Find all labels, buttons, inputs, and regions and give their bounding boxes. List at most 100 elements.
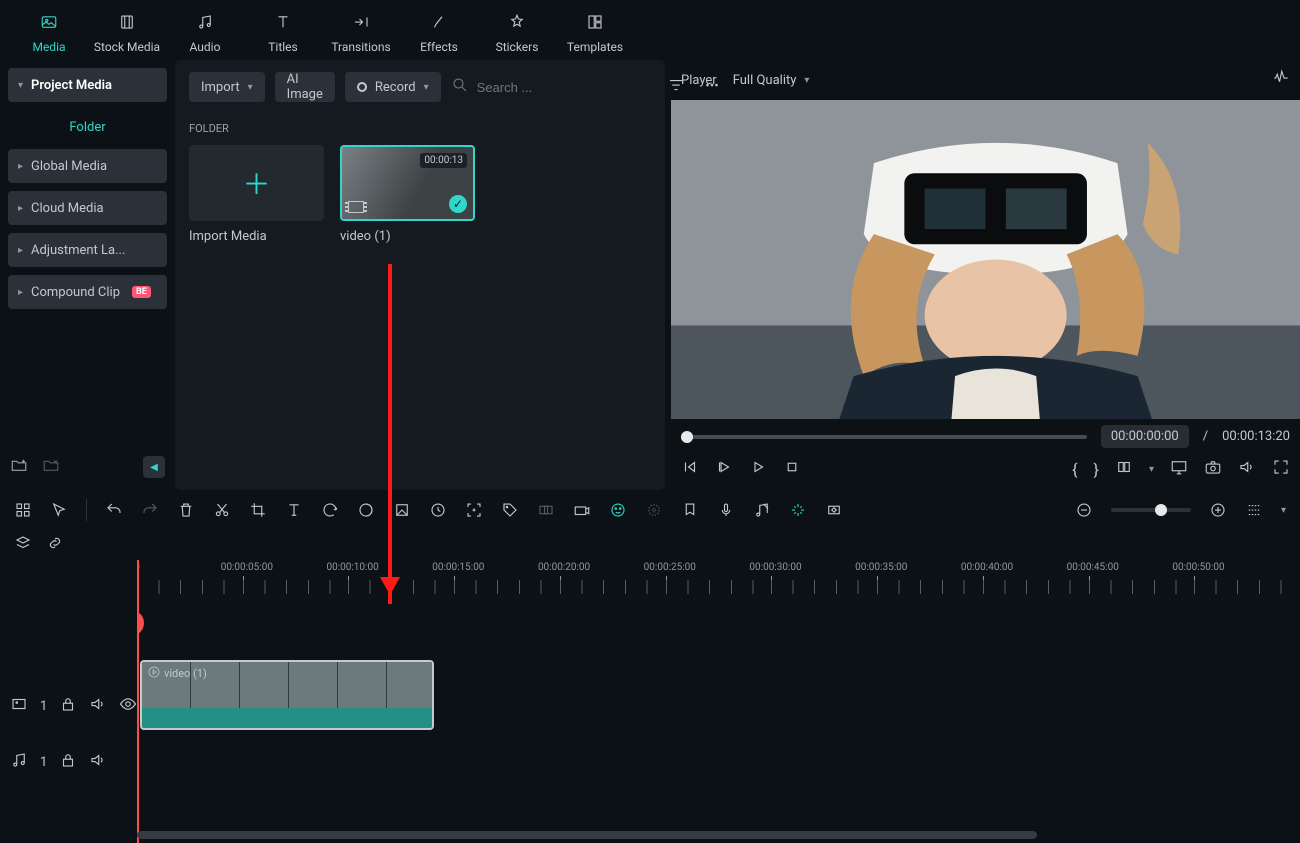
media-clip-card[interactable]: 00:00:13 ✓ video (1) [340, 145, 475, 244]
quality-dropdown[interactable]: Full Quality ▾ [733, 73, 810, 88]
camera-icon[interactable] [573, 501, 591, 519]
tag-icon[interactable] [501, 501, 519, 519]
snapshot-icon[interactable] [1204, 458, 1222, 480]
chevron-down-icon[interactable]: ▾ [1281, 505, 1286, 516]
project-media-button[interactable]: ▾ Project Media [8, 68, 167, 102]
mask-icon[interactable] [537, 501, 555, 519]
scrub-head[interactable] [681, 431, 693, 443]
play-icon[interactable] [749, 458, 767, 480]
magic-cut-icon[interactable] [789, 501, 807, 519]
crop-icon[interactable] [249, 501, 267, 519]
new-folder-icon[interactable] [10, 456, 28, 478]
folder-close-icon[interactable] [42, 456, 60, 478]
tab-effects[interactable]: Effects [400, 0, 478, 60]
tab-label: Stickers [496, 40, 539, 54]
label: Record [375, 80, 416, 95]
zoom-out-icon[interactable] [1075, 501, 1093, 519]
tab-audio[interactable]: Audio [166, 0, 244, 60]
sidebar-item-adjustment-layer[interactable]: ▸ Adjustment La... [8, 233, 167, 267]
music-edit-icon[interactable] [753, 501, 771, 519]
ruler-tick: 00:00:05:00 [221, 562, 273, 573]
rotate-icon[interactable] [321, 501, 339, 519]
tab-stock-media[interactable]: Stock Media [88, 0, 166, 60]
mark-out-icon[interactable]: } [1094, 460, 1099, 479]
tab-label: Media [32, 40, 65, 54]
label: Full Quality [733, 73, 797, 88]
marker-icon[interactable] [681, 501, 699, 519]
cut-icon[interactable] [213, 501, 231, 519]
tab-titles[interactable]: Titles [244, 0, 322, 60]
zoom-head[interactable] [1155, 504, 1167, 516]
frame-icon[interactable] [393, 501, 411, 519]
stop-icon[interactable] [783, 458, 801, 480]
ai-image-button[interactable]: AI Image [275, 72, 335, 102]
keyframe-icon[interactable] [825, 501, 843, 519]
grid-icon[interactable] [14, 501, 32, 519]
video-track-icon[interactable] [10, 695, 28, 717]
collapse-sidebar-button[interactable]: ◀ [143, 456, 165, 478]
lock-icon[interactable] [59, 751, 77, 773]
mark-in-icon[interactable]: { [1072, 460, 1077, 479]
timeline-area[interactable]: 00:00 00:00:05:00 00:00:10:00 00:00:15:0… [137, 560, 1300, 843]
color-icon[interactable] [357, 501, 375, 519]
select-icon[interactable] [50, 501, 68, 519]
label: video (1) [164, 667, 207, 680]
fullscreen-icon[interactable] [1272, 458, 1290, 480]
monitor-icon[interactable] [1170, 458, 1188, 480]
annotation-arrow [388, 264, 392, 604]
label: Cloud Media [31, 201, 104, 216]
prev-frame-icon[interactable] [681, 458, 699, 480]
eye-icon[interactable] [119, 695, 137, 717]
search-input[interactable] [477, 80, 653, 95]
time-sep: / [1203, 429, 1208, 444]
label: Import [201, 80, 240, 95]
tab-stickers[interactable]: Stickers [478, 0, 556, 60]
view-mode-icon[interactable] [1245, 501, 1263, 519]
redo-icon[interactable] [141, 501, 159, 519]
link-icon[interactable] [46, 534, 64, 556]
player-title: Player [681, 73, 717, 88]
label: video (1) [340, 229, 475, 244]
playhead[interactable] [137, 560, 139, 843]
layers-icon[interactable] [14, 534, 32, 556]
play-start-icon[interactable] [715, 458, 733, 480]
chevron-down-icon: ▾ [18, 80, 23, 91]
record-button[interactable]: Record ▾ [345, 72, 441, 102]
import-button[interactable]: Import ▾ [189, 72, 265, 102]
chevron-right-icon: ▸ [18, 161, 23, 172]
tab-media[interactable]: Media [10, 0, 88, 60]
timeline-scrollbar[interactable] [137, 831, 1037, 839]
delete-icon[interactable] [177, 501, 195, 519]
ruler-tick: 00:00:10:00 [326, 562, 378, 573]
timeline-clip[interactable]: video (1) [140, 660, 434, 730]
speed-icon[interactable] [429, 501, 447, 519]
scrub-slider[interactable] [681, 435, 1087, 439]
preview-viewport[interactable] [671, 100, 1300, 419]
sidebar-item-cloud-media[interactable]: ▸ Cloud Media [8, 191, 167, 225]
sidebar-item-global-media[interactable]: ▸ Global Media [8, 149, 167, 183]
focus-icon[interactable] [465, 501, 483, 519]
import-media-card[interactable]: ＋ Import Media [189, 145, 324, 244]
plus-icon: ＋ [242, 163, 270, 203]
timeline-ruler[interactable]: 00:00 00:00:05:00 00:00:10:00 00:00:15:0… [137, 560, 1300, 594]
lock-icon[interactable] [59, 695, 77, 717]
mic-icon[interactable] [717, 501, 735, 519]
audio-track-icon[interactable] [10, 751, 28, 773]
tab-transitions[interactable]: Transitions [322, 0, 400, 60]
sidebar-item-compound-clip[interactable]: ▸ Compound Clip BE [8, 275, 167, 309]
zoom-in-icon[interactable] [1209, 501, 1227, 519]
mute-icon[interactable] [89, 695, 107, 717]
templates-icon [586, 12, 604, 36]
tab-templates[interactable]: Templates [556, 0, 634, 60]
folder-link[interactable]: Folder [8, 110, 167, 149]
chevron-down-icon[interactable]: ▾ [1149, 464, 1154, 475]
waveform-icon[interactable] [1272, 69, 1290, 91]
undo-icon[interactable] [105, 501, 123, 519]
aspect-icon[interactable] [1115, 458, 1133, 480]
mute-icon[interactable] [89, 751, 107, 773]
volume-icon[interactable] [1238, 458, 1256, 480]
ai-face-icon[interactable] [609, 501, 627, 519]
zoom-slider[interactable] [1111, 508, 1191, 512]
text-icon[interactable] [285, 501, 303, 519]
spark-icon[interactable] [645, 501, 663, 519]
